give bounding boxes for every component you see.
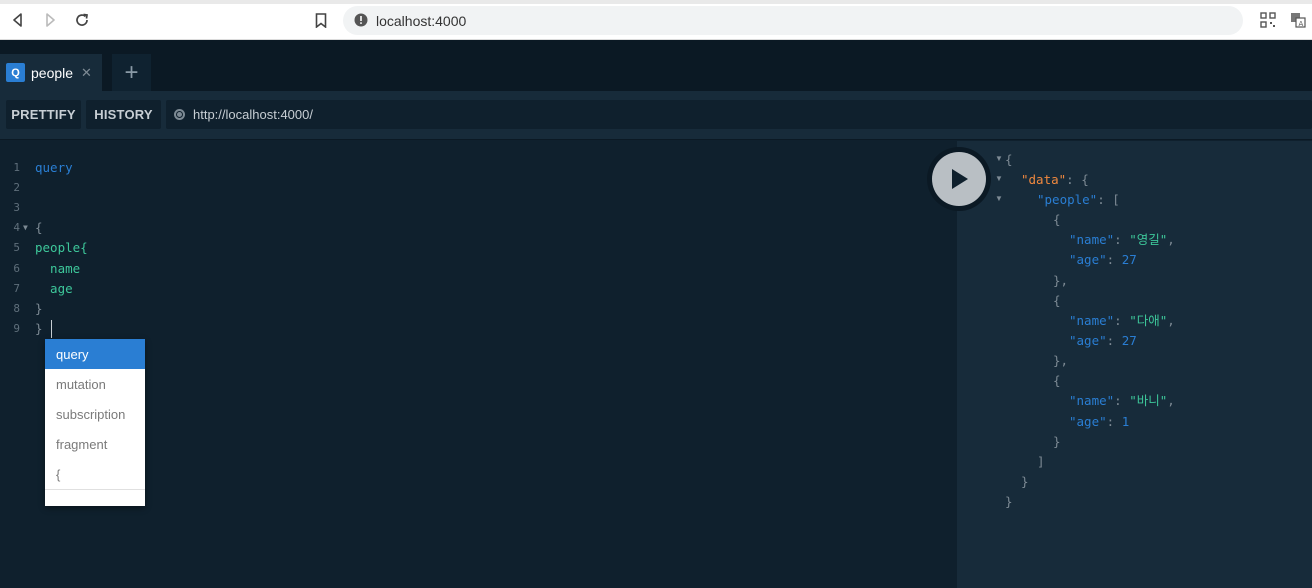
result-line: },: [1053, 353, 1069, 368]
play-icon: [932, 152, 986, 206]
line-number: 1: [13, 161, 20, 174]
result-line: "age": 27: [1069, 333, 1137, 348]
autocomplete-item-subscription[interactable]: subscription: [45, 399, 145, 429]
fold-arrow-icon[interactable]: ▼: [23, 218, 28, 238]
back-arrow-icon[interactable]: [8, 10, 28, 30]
fold-arrow-icon[interactable]: ▼: [995, 194, 1003, 203]
svg-text:A: A: [1299, 20, 1304, 28]
line-number: 9: [13, 322, 20, 335]
code-text: age: [35, 281, 73, 296]
translate-icon[interactable]: A: [1290, 12, 1306, 28]
result-line: "people": [: [1037, 192, 1120, 207]
result-line: "name": "바니",: [1069, 393, 1175, 408]
browser-toolbar: localhost:4000 A: [0, 0, 1312, 40]
result-line: {: [1053, 373, 1061, 388]
result-line: "age": 27: [1069, 252, 1137, 267]
line-number: 8: [13, 302, 20, 315]
result-line: {: [1053, 212, 1061, 227]
code-text: query: [35, 160, 73, 175]
code-text: name: [35, 261, 81, 276]
result-line: }: [1053, 434, 1061, 449]
autocomplete-item-mutation[interactable]: mutation: [45, 369, 145, 399]
tab-people[interactable]: Q people ✕: [0, 54, 102, 91]
result-line: "age": 1: [1069, 414, 1130, 429]
line-number: 6: [13, 262, 20, 275]
endpoint-input[interactable]: http://localhost:4000/: [166, 100, 1312, 129]
address-bar[interactable]: [343, 6, 1243, 35]
info-icon[interactable]: [351, 10, 371, 30]
fold-arrow-icon[interactable]: ▼: [995, 174, 1003, 183]
autocomplete-footer: [45, 489, 145, 506]
fold-arrow-icon[interactable]: ▼: [995, 154, 1003, 163]
endpoint-url: http://localhost:4000/: [193, 107, 313, 122]
autocomplete-item-query[interactable]: query: [45, 339, 145, 369]
autocomplete-dropdown: query mutation subscription fragment {: [45, 339, 145, 506]
add-tab-button[interactable]: +: [112, 54, 151, 91]
line-number: 2: [13, 181, 20, 194]
prettify-button[interactable]: PRETTIFY: [6, 100, 81, 129]
line-number: 3: [13, 201, 20, 214]
close-icon[interactable]: ✕: [81, 65, 92, 81]
result-line: }: [1021, 474, 1029, 489]
text-cursor: [51, 320, 52, 338]
code-text: }: [35, 301, 43, 316]
address-bar-url[interactable]: localhost:4000: [376, 13, 466, 29]
result-line: "name": "다애",: [1069, 313, 1175, 328]
code-text: people{: [35, 240, 88, 255]
result-line: },: [1053, 273, 1069, 288]
tab-label: people: [31, 64, 74, 81]
reload-icon[interactable]: [72, 10, 92, 30]
connection-status-icon: [174, 109, 185, 120]
code-text: {: [35, 220, 43, 235]
history-button[interactable]: HISTORY: [86, 100, 161, 129]
run-query-button[interactable]: [927, 147, 991, 211]
result-pane: ▼ ▼ ▼ { "data": { "people": [ { "name": …: [957, 141, 1312, 588]
result-line: {: [1053, 293, 1061, 308]
query-badge-icon: Q: [6, 63, 25, 82]
tab-bar: Q people ✕ +: [0, 40, 1312, 91]
result-line: {: [1005, 152, 1013, 167]
line-number: 7: [13, 282, 20, 295]
bookmark-icon[interactable]: [311, 10, 331, 30]
forward-arrow-icon[interactable]: [40, 10, 60, 30]
line-number: 4: [13, 221, 20, 234]
result-line: ]: [1037, 454, 1045, 469]
result-line: "data": {: [1021, 172, 1089, 187]
code-text: }: [35, 321, 43, 336]
autocomplete-item-fragment[interactable]: fragment: [45, 429, 145, 459]
browser-top-strip: [0, 0, 1312, 4]
qr-code-icon[interactable]: [1260, 12, 1276, 28]
editor-toolbar: PRETTIFY HISTORY http://localhost:4000/: [0, 91, 1312, 140]
line-number: 5: [13, 241, 20, 254]
result-line: "name": "영길",: [1069, 232, 1175, 247]
result-line: }: [1005, 494, 1013, 509]
autocomplete-item-brace[interactable]: {: [45, 459, 145, 489]
